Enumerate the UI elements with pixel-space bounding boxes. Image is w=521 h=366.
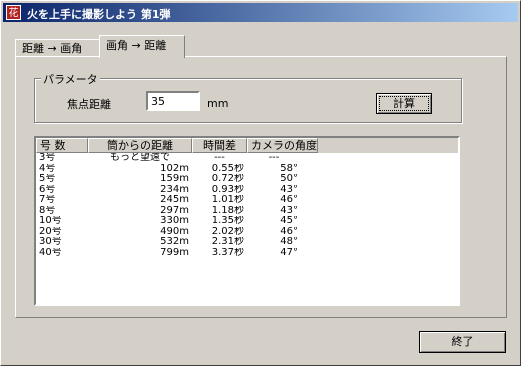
column-header-distance[interactable]: 筒からの距離 [88,138,192,153]
cell-size: 4号 [39,163,56,174]
main-window: 花 火を上手に撮影しよう 第1弾 距離 → 画角 画角 → 距離 パラメータ 焦… [0,0,521,366]
calculate-button[interactable]: 計算 [376,93,432,114]
column-header-time-diff[interactable]: 時間差 [192,138,247,153]
cell-distance: 490m [160,226,189,237]
cell-size: 5号 [39,174,56,184]
column-header-camera-angle[interactable]: カメラの角度 [247,138,318,153]
cell-time-diff: 3.37秒 [211,247,244,258]
cell-distance: 297m [160,205,189,216]
cell-distance: 532m [160,237,189,247]
table-row[interactable]: 20号 490m 2.02秒 46° [36,227,458,238]
table-row[interactable]: 4号 102m 0.55秒 58° [36,164,458,175]
cell-distance: 330m [160,216,189,226]
table-row[interactable]: 40号 799m 3.37秒 47° [36,248,458,259]
cell-camera-angle: 58° [280,163,298,174]
cell-camera-angle: 50° [280,174,298,184]
cell-size: 30号 [39,237,62,247]
cell-camera-angle: 47° [280,247,298,258]
cell-camera-angle: 43° [280,184,298,195]
unit-label: mm [207,97,229,110]
cell-camera-angle: 45° [280,216,298,226]
cell-camera-angle: 46° [280,195,298,205]
cell-distance: 102m [160,163,189,174]
cell-distance: 159m [160,174,189,184]
table-row[interactable]: 6号 234m 0.93秒 43° [36,185,458,196]
cell-size: 3号 [39,153,56,163]
tab-angle-to-distance[interactable]: 画角 → 距離 [99,35,185,58]
cell-time-diff: 2.31秒 [211,237,244,247]
cell-time-diff: 0.72秒 [211,174,244,184]
cell-distance: 234m [160,184,189,195]
app-flower-icon: 花 [6,5,21,20]
window-title: 火を上手に撮影しよう 第1弾 [27,8,171,21]
cell-size: 7号 [39,195,56,205]
cell-camera-angle: 46° [280,226,298,237]
cell-size: 10号 [39,216,62,226]
cell-time-diff: 1.01秒 [211,195,244,205]
focal-length-label: 焦点距離 [67,98,111,111]
table-row[interactable]: 5号 159m 0.72秒 50° [36,174,458,185]
results-list[interactable]: 号 数 筒からの距離 時間差 カメラの角度 3号 もっと望遠で --- --- 4号 10… [34,136,460,306]
cell-time-diff: 1.18秒 [211,205,244,216]
close-button[interactable]: 終了 [419,331,506,353]
cell-camera-angle: --- [268,153,280,163]
focal-length-input[interactable] [146,91,200,111]
table-row[interactable]: 30号 532m 2.31秒 48° [36,237,458,248]
cell-distance: もっと望遠で [110,153,170,163]
cell-size: 20号 [39,226,62,237]
cell-time-diff: 2.02秒 [211,226,244,237]
parameter-group: パラメータ 焦点距離 mm 計算 [34,71,462,123]
column-header-size[interactable]: 号 数 [36,138,88,153]
list-body: 3号 もっと望遠で --- --- 4号 102m 0.55秒 58° 5号 159m 0.72秒 5… [36,153,458,258]
cell-time-diff: 1.35秒 [211,216,244,226]
title-bar[interactable]: 花 火を上手に撮影しよう 第1弾 [3,3,518,22]
cell-distance: 799m [160,247,189,258]
parameter-group-label: パラメータ [41,71,100,87]
cell-camera-angle: 48° [280,237,298,247]
cell-time-diff: --- [214,153,225,163]
table-row[interactable]: 10号 330m 1.35秒 45° [36,216,458,227]
cell-time-diff: 0.55秒 [211,163,244,174]
cell-distance: 245m [160,195,189,205]
table-row[interactable]: 7号 245m 1.01秒 46° [36,195,458,206]
cell-size: 6号 [39,184,56,195]
cell-time-diff: 0.93秒 [211,184,244,195]
tab-panel: パラメータ 焦点距離 mm 計算 号 数 筒からの距離 時間差 カメラの角度 3… [15,56,507,318]
tab-distance-to-angle[interactable]: 距離 → 画角 [15,39,101,57]
cell-size: 40号 [39,247,62,258]
cell-size: 8号 [39,205,56,216]
cell-camera-angle: 43° [280,205,298,216]
list-header: 号 数 筒からの距離 時間差 カメラの角度 [36,138,458,153]
table-row[interactable]: 3号 もっと望遠で --- --- [36,153,458,164]
table-row[interactable]: 8号 297m 1.18秒 43° [36,206,458,217]
